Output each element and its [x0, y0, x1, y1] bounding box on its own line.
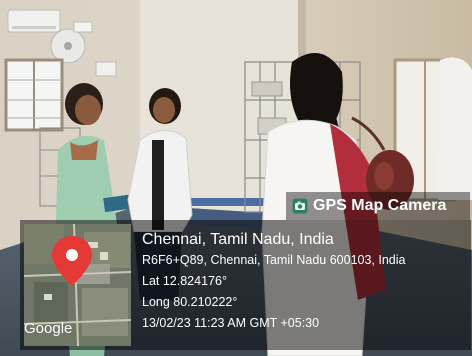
- latitude-line: Lat 12.824176°: [142, 274, 227, 288]
- location-details: Chennai, Tamil Nadu, India R6F6+Q89, Che…: [142, 230, 469, 334]
- photo-frame: GPS Map Camera Google Chennai, Tamil Nad…: [0, 0, 472, 356]
- map-camera-icon: [292, 198, 308, 214]
- google-attribution: Google: [24, 320, 73, 337]
- location-title: Chennai, Tamil Nadu, India: [142, 231, 334, 248]
- gps-info-panel: Google Chennai, Tamil Nadu, India R6F6+Q…: [20, 220, 471, 350]
- timestamp-line: 13/02/23 11:23 AM GMT +05:30: [142, 316, 320, 330]
- address-line: R6F6+Q89, Chennai, Tamil Nadu 600103, In…: [142, 253, 406, 267]
- gps-camera-badge: GPS Map Camera: [286, 192, 470, 220]
- app-name: GPS Map Camera: [313, 197, 447, 214]
- longitude-line: Long 80.210222°: [142, 295, 238, 309]
